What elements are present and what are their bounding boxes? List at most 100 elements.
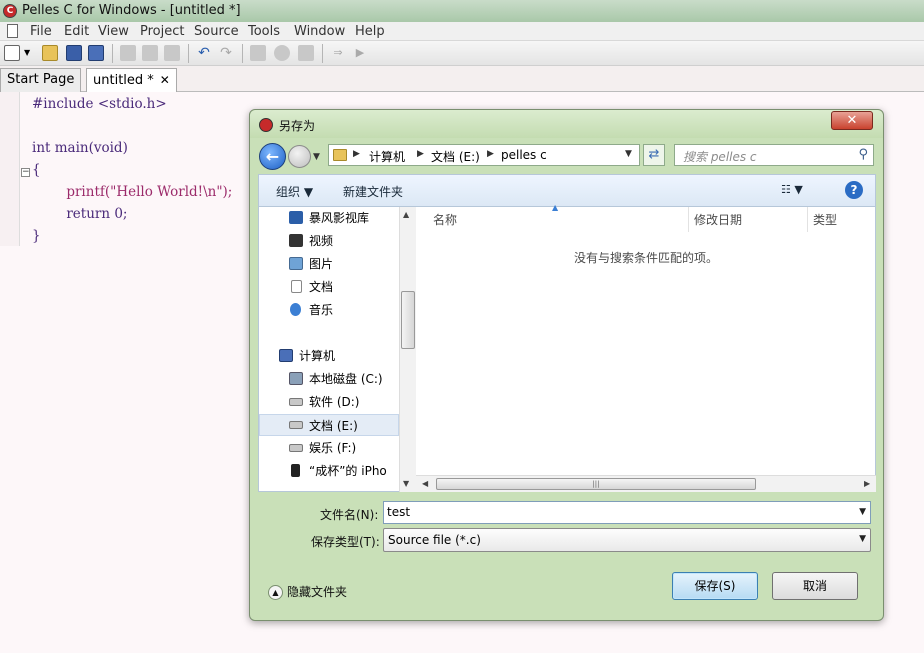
column-header-name[interactable]: 名称 bbox=[433, 211, 457, 228]
breadcrumb-computer[interactable]: 计算机 bbox=[369, 148, 405, 165]
pictures-icon bbox=[289, 257, 303, 270]
computer-icon bbox=[279, 349, 293, 362]
nav-item-documents[interactable]: 文档 bbox=[259, 276, 399, 298]
recent-locations-dropdown-icon[interactable]: ▼ bbox=[313, 152, 320, 162]
scroll-thumb[interactable] bbox=[401, 291, 415, 349]
file-list-scrollbar[interactable]: ◀ ||| ▶ bbox=[416, 475, 876, 492]
organize-label: 组织 bbox=[276, 185, 301, 199]
chevron-down-icon[interactable]: ▼ bbox=[859, 534, 866, 544]
nav-item-drive-e[interactable]: 文档 (E:) bbox=[259, 414, 399, 436]
save-icon[interactable] bbox=[66, 45, 82, 61]
nav-item-iphone[interactable]: “成杯”的 iPho bbox=[259, 460, 399, 482]
open-folder-icon[interactable] bbox=[42, 45, 58, 61]
collapse-icon: ▲ bbox=[268, 585, 283, 600]
save-as-dialog: 另存为 ✕ ← ▼ ▶ 计算机 ▶ 文档 (E:) ▶ pelles c ▼ ⇄… bbox=[249, 109, 884, 621]
filetype-select[interactable]: Source file (*.c) ▼ bbox=[383, 528, 871, 552]
search-box[interactable]: 搜索 pelles c ⚲ bbox=[674, 144, 874, 166]
compile-icon[interactable] bbox=[250, 45, 266, 61]
toolbar-separator bbox=[188, 44, 189, 63]
undo-icon[interactable]: ↶ bbox=[196, 45, 212, 61]
address-bar[interactable]: ▶ 计算机 ▶ 文档 (E:) ▶ pelles c ▼ bbox=[328, 144, 640, 166]
menu-file[interactable]: File bbox=[30, 24, 52, 39]
new-dropdown-icon[interactable]: ▼ bbox=[24, 45, 34, 61]
hide-folders-toggle[interactable]: ▲ 隐藏文件夹 bbox=[268, 583, 347, 600]
chevron-right-icon[interactable]: ▶ bbox=[487, 149, 494, 159]
help-icon[interactable]: ? bbox=[845, 181, 863, 199]
dialog-close-button[interactable]: ✕ bbox=[831, 111, 873, 130]
pelles-c-app-icon: C bbox=[3, 4, 17, 18]
filename-input[interactable]: test ▼ bbox=[383, 501, 871, 524]
menu-view[interactable]: View bbox=[98, 24, 129, 39]
toolbar-separator bbox=[322, 44, 323, 63]
tab-start-page[interactable]: Start Page bbox=[0, 68, 82, 92]
menu-help[interactable]: Help bbox=[355, 24, 385, 39]
nav-item-drive-d[interactable]: 软件 (D:) bbox=[259, 391, 399, 413]
document-icon bbox=[7, 24, 18, 38]
debug-icon[interactable]: ⇒ bbox=[330, 45, 346, 61]
nav-item-drive-c[interactable]: 本地磁盘 (C:) bbox=[259, 368, 399, 390]
copy-icon[interactable] bbox=[142, 45, 158, 61]
nav-item-label: 文档 (E:) bbox=[309, 419, 358, 433]
chevron-right-icon[interactable]: ▶ bbox=[417, 149, 424, 159]
menu-tools[interactable]: Tools bbox=[248, 24, 280, 39]
nav-item-label: 暴风影视库 bbox=[309, 211, 370, 225]
scroll-up-icon[interactable]: ▲ bbox=[403, 210, 409, 219]
filename-label: 文件名(N): bbox=[320, 508, 379, 522]
dialog-app-icon bbox=[259, 118, 273, 132]
nav-item-videos[interactable]: 视频 bbox=[259, 230, 399, 252]
chevron-down-icon[interactable]: ▼ bbox=[859, 507, 866, 517]
window-title: Pelles C for Windows - [untitled *] bbox=[22, 3, 241, 18]
save-button[interactable]: 保存(S) bbox=[672, 572, 758, 600]
nav-item-pictures[interactable]: 图片 bbox=[259, 253, 399, 275]
view-options-icon[interactable]: ☷ ▼ bbox=[781, 183, 803, 196]
nav-item-drive-f[interactable]: 娱乐 (F:) bbox=[259, 437, 399, 459]
nav-item-music[interactable]: 音乐 bbox=[259, 299, 399, 321]
new-folder-button[interactable]: 新建文件夹 bbox=[343, 183, 403, 200]
menu-project[interactable]: Project bbox=[140, 24, 184, 39]
redo-icon[interactable]: ↷ bbox=[218, 45, 234, 61]
new-file-icon[interactable] bbox=[4, 45, 20, 61]
sort-indicator-icon: ▲ bbox=[552, 203, 559, 212]
forward-button[interactable] bbox=[288, 145, 311, 168]
refresh-button[interactable]: ⇄ bbox=[643, 144, 665, 166]
phone-icon bbox=[291, 464, 300, 477]
scroll-thumb[interactable]: ||| bbox=[436, 478, 756, 490]
breadcrumb-pelles-c[interactable]: pelles c bbox=[501, 148, 547, 162]
fold-toggle-icon[interactable]: − bbox=[21, 168, 30, 177]
file-list[interactable]: 名称 ▲ 修改日期 类型 没有与搜索条件匹配的项。 ◀ ||| ▶ bbox=[416, 203, 876, 492]
back-button[interactable]: ← bbox=[259, 143, 286, 170]
cancel-button[interactable]: 取消 bbox=[772, 572, 858, 600]
nav-item-computer[interactable]: 计算机 bbox=[259, 345, 399, 367]
folder-icon bbox=[333, 149, 347, 161]
organize-button[interactable]: 组织 ▼ bbox=[276, 183, 313, 200]
filename-value: test bbox=[387, 505, 411, 519]
menu-window[interactable]: Window bbox=[294, 24, 345, 39]
navigation-scrollbar[interactable]: ▲ ▼ bbox=[399, 207, 416, 492]
column-header-modified[interactable]: 修改日期 bbox=[694, 211, 742, 228]
nav-item-baofeng[interactable]: 暴风影视库 bbox=[259, 207, 399, 229]
column-header-type[interactable]: 类型 bbox=[813, 211, 837, 228]
scroll-left-icon[interactable]: ◀ bbox=[422, 479, 428, 488]
chevron-down-icon[interactable]: ▼ bbox=[625, 149, 632, 159]
drive-icon bbox=[289, 444, 303, 452]
drive-icon bbox=[289, 421, 303, 429]
menu-source[interactable]: Source bbox=[194, 24, 239, 39]
run-icon[interactable]: ▶ bbox=[352, 45, 368, 61]
scroll-right-icon[interactable]: ▶ bbox=[864, 479, 870, 488]
tab-untitled[interactable]: untitled * ✕ bbox=[86, 68, 177, 93]
build-icon[interactable] bbox=[274, 45, 290, 61]
hide-folders-label: 隐藏文件夹 bbox=[287, 585, 348, 599]
breadcrumb-drive-e[interactable]: 文档 (E:) bbox=[431, 148, 480, 165]
music-icon bbox=[290, 303, 301, 316]
menu-edit[interactable]: Edit bbox=[64, 24, 89, 39]
stop-icon[interactable] bbox=[298, 45, 314, 61]
cut-icon[interactable] bbox=[120, 45, 136, 61]
search-icon[interactable]: ⚲ bbox=[858, 147, 868, 162]
chevron-right-icon[interactable]: ▶ bbox=[353, 149, 360, 159]
scroll-down-icon[interactable]: ▼ bbox=[403, 479, 409, 488]
nav-item-label: 娱乐 (F:) bbox=[309, 441, 357, 455]
save-all-icon[interactable] bbox=[88, 45, 104, 61]
paste-icon[interactable] bbox=[164, 45, 180, 61]
close-tab-icon[interactable]: ✕ bbox=[160, 73, 170, 87]
code-line-1: #include <stdio.h> bbox=[32, 96, 167, 112]
